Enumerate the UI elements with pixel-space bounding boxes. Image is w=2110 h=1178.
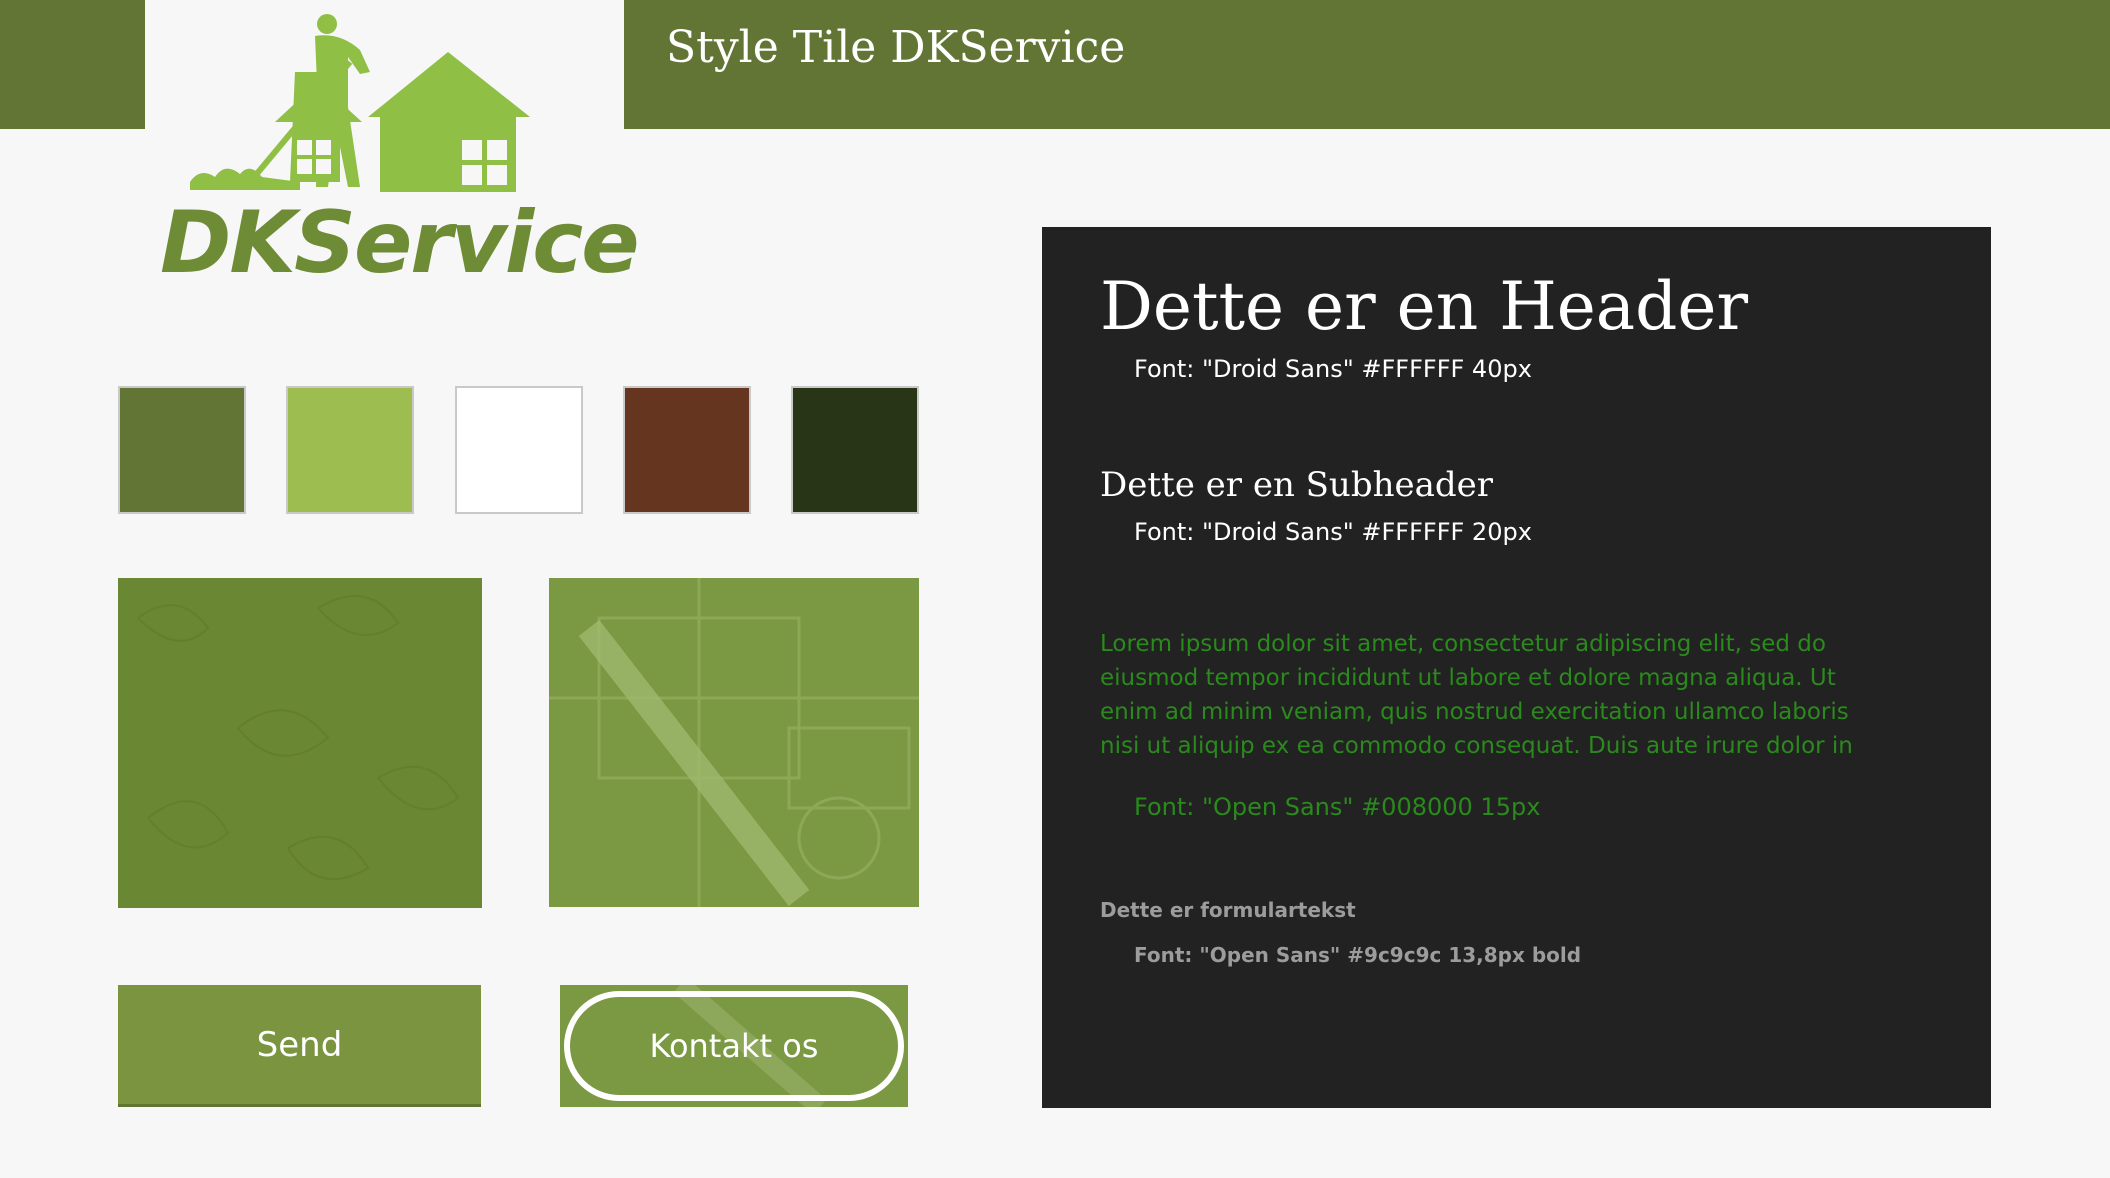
- form-font-spec: Font: "Open Sans" #9c9c9c 13,8px bold: [1134, 943, 1582, 967]
- body-text-line: Lorem ipsum dolor sit amet, consectetur …: [1100, 631, 1826, 657]
- form-text-sample: Dette er formulartekst: [1100, 898, 1356, 922]
- body-text-line: eiusmod tempor incididunt ut labore et d…: [1100, 665, 1836, 691]
- typography-panel: Dette er en Header Font: "Droid Sans" #F…: [1042, 227, 1991, 1108]
- contact-button-background: Kontakt os: [560, 985, 908, 1107]
- color-swatch-white: [455, 386, 583, 514]
- house-gardener-logo-icon: [190, 14, 530, 192]
- contact-button[interactable]: Kontakt os: [564, 991, 904, 1101]
- send-button[interactable]: Send: [118, 985, 481, 1107]
- color-swatch-brown: [623, 386, 751, 514]
- blueprint-texture-sample: [549, 578, 919, 907]
- color-swatch-light-green: [286, 386, 414, 514]
- color-swatch-olive-green: [118, 386, 246, 514]
- body-text-line: nisi ut aliquip ex ea commodo consequat.…: [1100, 733, 1853, 759]
- body-text-line: enim ad minim veniam, quis nostrud exerc…: [1100, 699, 1849, 725]
- header-sample: Dette er en Header: [1100, 268, 1749, 345]
- leaf-texture-sample: [118, 578, 482, 908]
- subheader-sample: Dette er en Subheader: [1100, 465, 1494, 505]
- color-swatch-dark-green: [791, 386, 919, 514]
- subheader-font-spec: Font: "Droid Sans" #FFFFFF 20px: [1134, 518, 1532, 546]
- logo-wordmark: DKService: [160, 193, 640, 293]
- body-font-spec: Font: "Open Sans" #008000 15px: [1134, 793, 1541, 821]
- body-text-sample: Lorem ipsum dolor sit amet, consectetur …: [1100, 627, 1940, 763]
- header-accent-block: [0, 0, 145, 129]
- page-title: Style Tile DKService: [666, 22, 1126, 73]
- header-font-spec: Font: "Droid Sans" #FFFFFF 40px: [1134, 355, 1532, 383]
